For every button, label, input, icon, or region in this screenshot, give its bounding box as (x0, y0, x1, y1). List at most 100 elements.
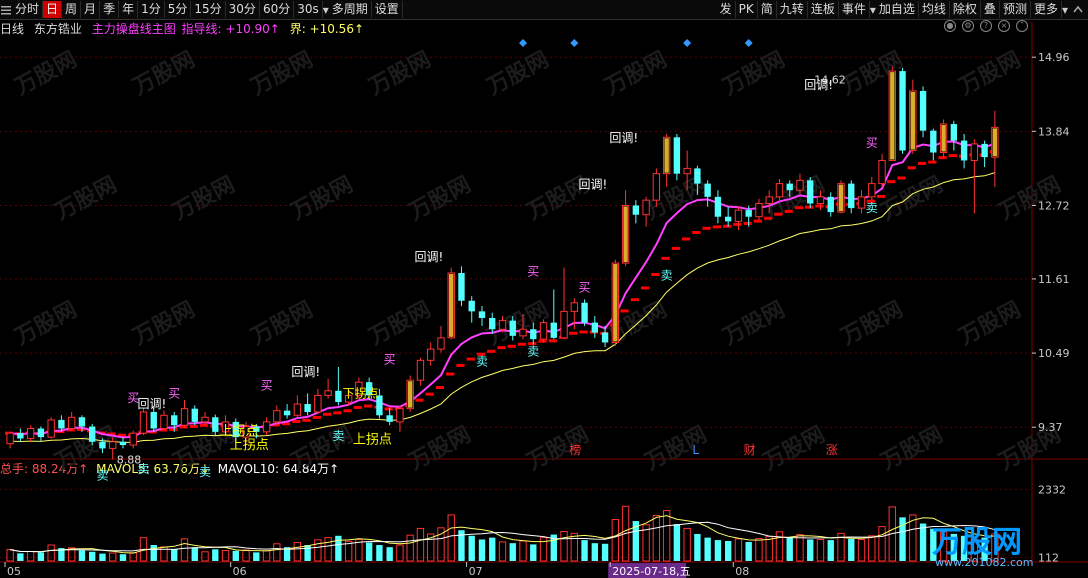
candle-body (939, 123, 948, 154)
kline-chart[interactable]: 万股网 万股网 万股网 万股网 万股网 万股网 万股网 万股网 万股网万股网 万股网 万股网 万股网万… (0, 0, 1088, 578)
period-tab-12[interactable]: 多周期 (329, 1, 372, 18)
candle-body (724, 216, 732, 222)
volume-bar (591, 543, 598, 561)
watermark-tile: 万股网 (482, 297, 553, 351)
tool-button-8[interactable]: 除权 (950, 1, 981, 18)
diamond-marker[interactable] (519, 39, 528, 47)
period-tab-10[interactable]: 60分 (260, 1, 295, 18)
tool-button-0[interactable]: 发 (717, 1, 736, 18)
volume-bar (171, 549, 178, 561)
step-line-segment (487, 349, 496, 353)
period-tab-6[interactable]: 1分 (138, 1, 165, 18)
step-line-segment (56, 430, 65, 434)
diamond-marker[interactable] (744, 39, 753, 47)
period-tab-0[interactable]: 分时 (12, 1, 44, 18)
period-label: 日线 (0, 22, 25, 36)
tool-button-2[interactable]: 简 (758, 1, 777, 18)
step-line-segment (476, 352, 486, 356)
candle-body (591, 322, 598, 333)
tool-button-1[interactable]: PK (736, 1, 758, 18)
volume-bar (786, 537, 793, 561)
event-mark[interactable]: 涨 (826, 442, 838, 457)
diamond-marker[interactable] (683, 39, 692, 47)
volume-bar (458, 530, 465, 561)
diamond-marker[interactable] (570, 39, 579, 47)
collapse-icon[interactable]: ˄ (1016, 20, 1028, 32)
eye-icon[interactable]: ● (944, 20, 956, 32)
volume-bar (960, 535, 968, 561)
dropdown-arrow-icon[interactable]: ▾ (1062, 3, 1068, 17)
step-line-segment (917, 161, 927, 165)
volume-bar (355, 538, 363, 562)
step-line-segment (743, 221, 752, 225)
volume-bar (489, 537, 496, 561)
event-mark[interactable]: 榜 (569, 442, 581, 457)
mavol5-value: MAVOL5: 63.76万↓ (96, 462, 210, 476)
volume-bar (530, 544, 537, 561)
price-tick-label: 13.84 (1038, 125, 1070, 138)
step-line-segment (969, 153, 978, 157)
sell-signal-label: 卖 (866, 201, 878, 215)
volume-bar (26, 550, 35, 562)
step-line-segment (292, 419, 301, 423)
period-tab-13[interactable]: 设置 (372, 1, 403, 18)
volume-bar (621, 505, 630, 562)
volume-bar (878, 526, 886, 562)
tool-button-9[interactable]: 叠 (981, 1, 1000, 18)
tool-button-5[interactable]: 事件 (839, 1, 870, 18)
period-tab-1[interactable]: 日 (43, 1, 63, 18)
candle-body (960, 140, 968, 161)
tool-button-6[interactable]: 加自选 (876, 1, 919, 18)
volume-bar (704, 537, 711, 561)
event-mark[interactable]: 财 (744, 443, 756, 457)
volume-bar (6, 549, 14, 562)
settings-icon[interactable]: ⚙ (962, 20, 974, 32)
period-tab-3[interactable]: 月 (81, 1, 101, 18)
indicator-name[interactable]: 主力操盘线主图 (92, 22, 176, 36)
candle-body (704, 183, 711, 197)
menu-icon[interactable] (0, 4, 12, 16)
candle-body (673, 137, 681, 174)
tool-button-3[interactable]: 九转 (777, 1, 808, 18)
tool-button-4[interactable]: 连板 (808, 1, 839, 18)
period-tab-5[interactable]: 年 (119, 1, 139, 18)
buy-signal-label: 买 (261, 378, 273, 392)
candle-body (796, 179, 804, 191)
event-mark[interactable]: L (692, 443, 699, 457)
step-line-segment (405, 403, 414, 407)
candle-body (827, 196, 834, 213)
period-tab-8[interactable]: 15分 (191, 1, 226, 18)
tool-button-10[interactable]: 预测 (1000, 1, 1031, 18)
step-line-segment (240, 425, 250, 429)
mavol10-value: MAVOL10: 64.84万↑ (217, 462, 340, 476)
period-tab-9[interactable]: 30分 (226, 1, 260, 18)
sell-signal-label: 卖 (332, 429, 344, 443)
watermark-tile: 万股网 (522, 422, 593, 476)
tool-button-11[interactable]: 更多 (1031, 1, 1062, 18)
turn-up-label: 上拐点 (230, 438, 269, 453)
volume-bar (632, 521, 640, 561)
step-line-segment (107, 432, 116, 436)
period-tab-11[interactable]: 30s (294, 1, 323, 18)
candle-body (406, 379, 414, 410)
close-icon[interactable]: × (998, 20, 1010, 32)
help-icon[interactable]: ? (980, 20, 992, 32)
step-line-segment (774, 212, 783, 216)
volume-bar (109, 552, 117, 562)
volume-bar (570, 532, 578, 562)
candle-body (478, 311, 486, 318)
watermark-tile: 万股网 (600, 47, 671, 101)
step-line-segment (630, 298, 639, 302)
step-line-segment (866, 199, 875, 203)
price-tick-label: 10.49 (1038, 347, 1070, 360)
candle-body (26, 428, 35, 439)
tool-button-7[interactable]: 均线 (919, 1, 950, 18)
candle-highlight (408, 381, 413, 408)
step-line-segment (394, 407, 403, 411)
period-tab-7[interactable]: 5分 (165, 1, 192, 18)
collapse-arrow-icon[interactable] (1072, 4, 1084, 16)
period-tab-4[interactable]: 季 (100, 1, 120, 18)
watermark-logo: 万股网 (932, 525, 1022, 560)
step-line-segment (887, 180, 896, 184)
period-tab-2[interactable]: 周 (62, 1, 82, 18)
